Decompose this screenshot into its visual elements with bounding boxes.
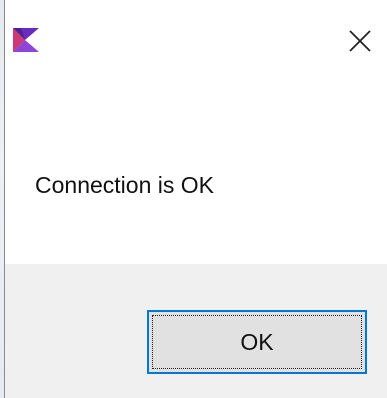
- ok-button-label: OK: [240, 328, 274, 355]
- close-button[interactable]: [332, 16, 387, 66]
- app-logo-icon: [11, 26, 41, 54]
- message-dialog: Connection is OK OK: [4, 0, 387, 398]
- close-icon: [349, 30, 371, 52]
- button-footer: OK: [5, 264, 387, 398]
- title-bar[interactable]: [5, 0, 387, 86]
- ok-button[interactable]: OK: [147, 310, 367, 374]
- message-area: Connection is OK: [5, 86, 387, 264]
- message-text: Connection is OK: [35, 172, 214, 198]
